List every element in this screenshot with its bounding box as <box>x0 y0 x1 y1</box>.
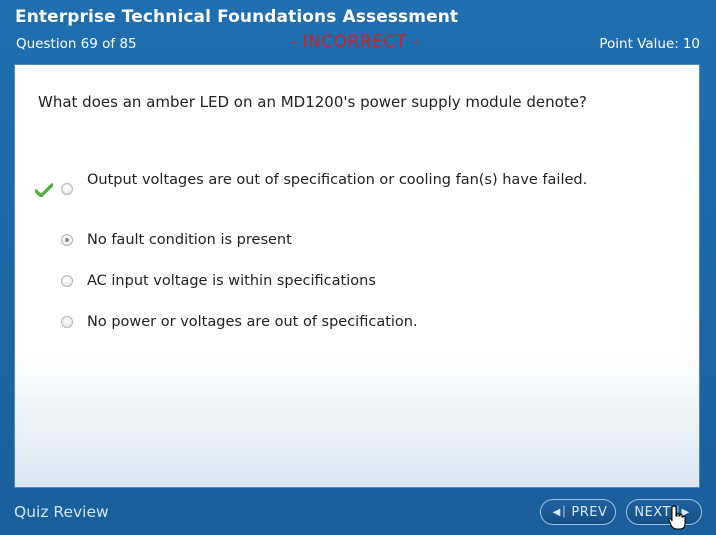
checkmark-icon <box>35 183 53 197</box>
next-button-label: NEXT <box>634 504 671 520</box>
answer-label-1: Output voltages are out of specification… <box>87 172 588 188</box>
answer-radio-2[interactable] <box>61 234 73 246</box>
point-value-number: 10 <box>682 36 700 52</box>
question-counter: Question 69 of 85 <box>16 36 137 52</box>
prev-arrow-icon: ◀│ <box>552 506 568 518</box>
answer-option-2[interactable]: No fault condition is present <box>15 231 695 255</box>
quiz-review-label: Quiz Review <box>14 503 109 521</box>
answer-option-3[interactable]: AC input voltage is within specification… <box>15 272 695 296</box>
answer-option-4[interactable]: No power or voltages are out of specific… <box>15 313 695 337</box>
prev-button[interactable]: ◀│ PREV <box>540 499 616 525</box>
point-value-label: Point Value: <box>599 36 679 52</box>
hand-cursor-icon <box>668 505 686 530</box>
answer-label-3: AC input voltage is within specification… <box>87 273 376 289</box>
answer-option-1[interactable]: Output voltages are out of specification… <box>15 172 695 199</box>
answer-radio-3[interactable] <box>61 275 73 287</box>
prev-button-label: PREV <box>571 504 608 520</box>
question-text: What does an amber LED on an MD1200's po… <box>38 93 587 111</box>
answer-label-4: No power or voltages are out of specific… <box>87 314 418 330</box>
next-button[interactable]: NEXT │▶ <box>626 499 702 525</box>
answer-radio-1[interactable] <box>61 183 73 195</box>
point-value: Point Value: 10 <box>595 36 700 52</box>
answer-radio-4[interactable] <box>61 316 73 328</box>
answer-label-2: No fault condition is present <box>87 232 292 248</box>
question-panel: What does an amber LED on an MD1200's po… <box>14 64 700 488</box>
answer-status: - INCORRECT - <box>290 32 420 52</box>
quiz-title: Enterprise Technical Foundations Assessm… <box>15 7 459 27</box>
quiz-window: Enterprise Technical Foundations Assessm… <box>0 0 716 535</box>
